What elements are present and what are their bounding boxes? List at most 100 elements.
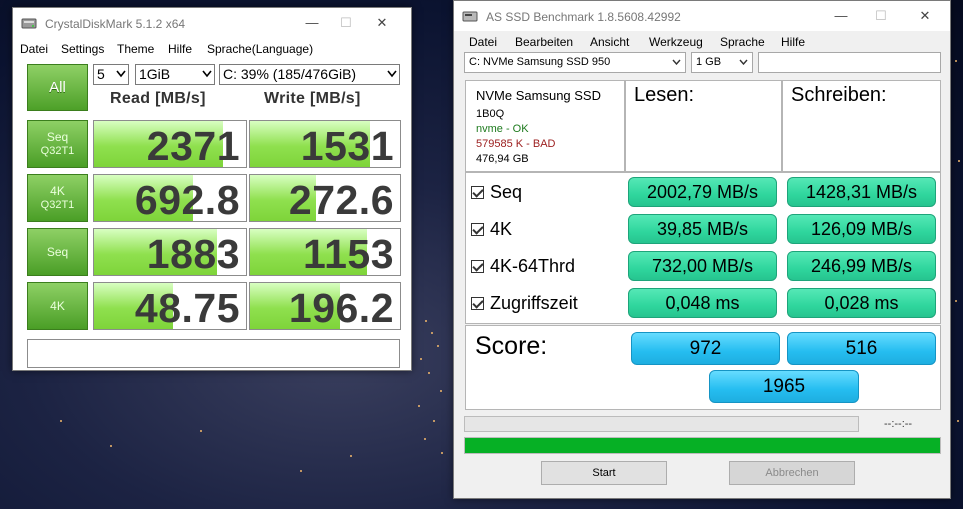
chevron-down-icon xyxy=(202,70,212,78)
close-icon[interactable]: ✕ xyxy=(369,14,395,32)
driver-status: nvme - OK xyxy=(476,123,529,135)
score-read: 972 xyxy=(631,332,780,365)
test-row-2[interactable]: 4K xyxy=(465,211,621,247)
close-icon[interactable]: ✕ xyxy=(912,7,938,25)
write-value: 0,028 ms xyxy=(787,288,936,318)
test-row-3[interactable]: 4K-64Thrd xyxy=(465,248,621,284)
read-result-value: 692.8 xyxy=(134,177,240,222)
write-result-value: 1531 xyxy=(300,123,394,168)
score-write: 516 xyxy=(787,332,936,365)
test-name: 4K-64Thrd xyxy=(490,256,576,276)
write-result-cell: 1531 xyxy=(249,120,401,168)
drive-value: C: 39% (185/476GiB) xyxy=(223,66,357,82)
write-result-cell: 272.6 xyxy=(249,174,401,222)
all-button[interactable]: All xyxy=(27,64,88,111)
read-result-cell: 2371 xyxy=(93,120,247,168)
checkbox-checked-icon[interactable] xyxy=(471,297,484,310)
as-drive-select[interactable]: C: NVMe Samsung SSD 950 xyxy=(464,52,686,73)
row-sublabel: Q32T1 xyxy=(40,145,75,157)
asssd-titlebar[interactable]: AS SSD Benchmark 1.8.5608.42992 — ☐ ✕ xyxy=(454,1,950,31)
write-result-cell: 196.2 xyxy=(249,282,401,330)
write-value: 1428,31 MB/s xyxy=(787,177,936,207)
write-result-cell: 1153 xyxy=(249,228,401,276)
start-button[interactable]: Start xyxy=(541,461,667,485)
read-result-cell: 48.75 xyxy=(93,282,247,330)
minimize-icon[interactable]: — xyxy=(299,14,325,32)
cdm-menubar: Datei Settings Theme Hilfe Sprache(Langu… xyxy=(13,38,411,60)
write-header: Write [MB/s] xyxy=(264,90,361,107)
cdm-window-title: CrystalDiskMark 5.1.2 x64 xyxy=(45,17,186,31)
cancel-button[interactable]: Abbrechen xyxy=(729,461,855,485)
total-progress-bar xyxy=(464,437,941,454)
row-button-2[interactable]: 4K Q32T1 xyxy=(27,174,88,222)
row-button-1[interactable]: Seq Q32T1 xyxy=(27,120,88,168)
read-result-value: 1883 xyxy=(146,231,240,276)
read-value: 39,85 MB/s xyxy=(628,214,777,244)
cdm-menu-language[interactable]: Sprache(Language) xyxy=(207,42,313,56)
read-result-cell: 1883 xyxy=(93,228,247,276)
read-result-value: 2371 xyxy=(146,123,240,168)
test-name: 4K xyxy=(490,219,513,239)
disk-icon xyxy=(21,18,37,29)
row-label: 4K xyxy=(50,299,65,313)
checkbox-checked-icon[interactable] xyxy=(471,260,484,273)
score-label: Score: xyxy=(475,332,548,360)
cdm-titlebar[interactable]: CrystalDiskMark 5.1.2 x64 — ☐ ✕ xyxy=(13,8,411,38)
row-label: Seq xyxy=(46,130,69,144)
write-value: 246,99 MB/s xyxy=(787,251,936,281)
as-size-select[interactable]: 1 GB xyxy=(691,52,753,73)
cdm-content: All 5 1GiB C: 39% (185/476GiB) Read [MB/… xyxy=(13,60,411,370)
cdm-menu-datei[interactable]: Datei xyxy=(20,42,48,56)
chevron-down-icon xyxy=(739,59,748,65)
as-menu-ansicht[interactable]: Ansicht xyxy=(590,35,629,49)
drive-select[interactable]: C: 39% (185/476GiB) xyxy=(219,64,400,85)
read-result-value: 48.75 xyxy=(134,285,240,330)
read-value: 0,048 ms xyxy=(628,288,777,318)
row-button-3[interactable]: Seq xyxy=(27,228,88,276)
cdm-menu-theme[interactable]: Theme xyxy=(117,42,154,56)
size-select[interactable]: 1GiB xyxy=(135,64,215,85)
maximize-icon[interactable]: ☐ xyxy=(333,14,359,32)
read-column-header: Lesen: xyxy=(634,84,695,106)
maximize-icon[interactable]: ☐ xyxy=(868,7,894,25)
asssd-window-title: AS SSD Benchmark 1.8.5608.42992 xyxy=(486,10,681,24)
as-text-input[interactable] xyxy=(758,52,941,73)
write-result-value: 196.2 xyxy=(288,285,394,330)
timer-label: --:--:-- xyxy=(884,418,913,430)
write-column-header: Schreiben: xyxy=(791,84,887,106)
crystaldiskmark-window: CrystalDiskMark 5.1.2 x64 — ☐ ✕ Datei Se… xyxy=(12,7,412,371)
chevron-down-icon xyxy=(387,70,397,78)
minimize-icon[interactable]: — xyxy=(828,7,854,25)
test-row-4[interactable]: Zugriffszeit xyxy=(465,285,621,321)
row-button-4[interactable]: 4K xyxy=(27,282,88,330)
as-menu-werkzeug[interactable]: Werkzeug xyxy=(649,35,703,49)
size-value: 1GiB xyxy=(139,66,171,82)
as-menu-bearbeiten[interactable]: Bearbeiten xyxy=(515,35,573,49)
row-sublabel: Q32T1 xyxy=(40,199,75,211)
asssd-menubar: Datei Bearbeiten Ansicht Werkzeug Sprach… xyxy=(454,31,950,53)
chevron-down-icon xyxy=(672,59,681,65)
as-menu-hilfe[interactable]: Hilfe xyxy=(781,35,805,49)
cdm-menu-hilfe[interactable]: Hilfe xyxy=(168,42,192,56)
comment-field[interactable] xyxy=(27,339,400,368)
chevron-down-icon xyxy=(116,70,126,78)
row-label: 4K xyxy=(50,184,65,198)
test-row-1[interactable]: Seq xyxy=(465,174,621,210)
as-size-value: 1 GB xyxy=(696,56,722,68)
score-total: 1965 xyxy=(709,370,859,403)
drive-model: NVMe Samsung SSD xyxy=(476,88,601,103)
write-result-value: 272.6 xyxy=(288,177,394,222)
drive-capacity: 476,94 GB xyxy=(476,153,529,165)
test-progress-bar xyxy=(464,416,859,432)
cdm-menu-settings[interactable]: Settings xyxy=(61,42,104,56)
count-value: 5 xyxy=(97,66,105,82)
as-menu-datei[interactable]: Datei xyxy=(469,35,497,49)
checkbox-checked-icon[interactable] xyxy=(471,186,484,199)
count-select[interactable]: 5 xyxy=(93,64,129,85)
drive-firmware: 1B0Q xyxy=(476,108,505,120)
as-menu-sprache[interactable]: Sprache xyxy=(720,35,765,49)
drive-info-panel: NVMe Samsung SSD 1B0Q nvme - OK 579585 K… xyxy=(465,80,625,172)
read-result-cell: 692.8 xyxy=(93,174,247,222)
checkbox-checked-icon[interactable] xyxy=(471,223,484,236)
alignment-status: 579585 K - BAD xyxy=(476,138,556,150)
